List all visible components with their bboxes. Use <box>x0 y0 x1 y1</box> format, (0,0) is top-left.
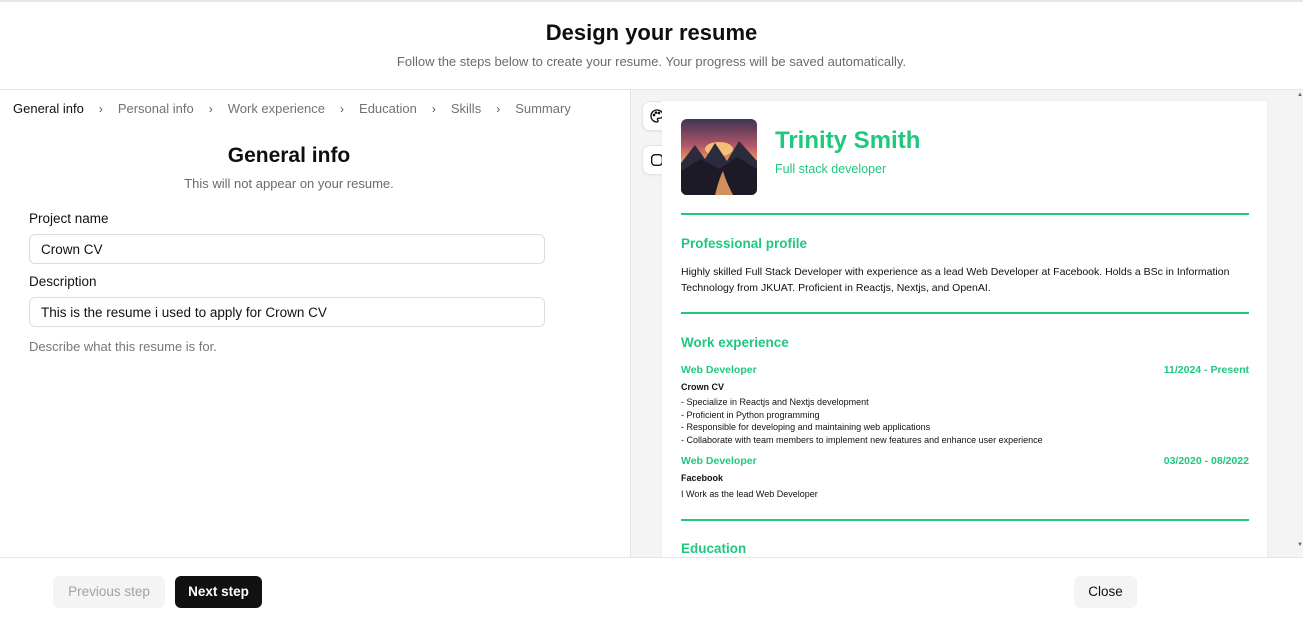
breadcrumb-general-info[interactable]: General info <box>13 101 84 116</box>
section-divider <box>681 312 1249 314</box>
chevron-right-icon: › <box>98 101 103 116</box>
job-bullet: - Responsible for developing and maintai… <box>681 422 931 432</box>
chevron-right-icon: › <box>431 101 436 116</box>
work-heading: Work experience <box>681 335 789 350</box>
footer-bar: Previous step Next step Close <box>0 557 1303 621</box>
job-bullet: - Specialize in Reactjs and Nextjs devel… <box>681 397 869 407</box>
job-dates: 03/2020 - 08/2022 <box>1163 455 1249 467</box>
chevron-right-icon: › <box>208 101 213 116</box>
resume-name: Trinity Smith <box>775 127 921 154</box>
breadcrumb-education[interactable]: Education <box>359 101 417 116</box>
profile-text: Highly skilled Full Stack Developer with… <box>681 266 1230 294</box>
page-subtitle: Follow the steps below to create your re… <box>396 54 907 69</box>
job-description: - Specialize in Reactjs and Nextjs devel… <box>681 396 1043 446</box>
job-bullet: - Proficient in Python programming <box>681 409 820 420</box>
resume-preview-panel[interactable]: Trinity Smith Full stack developer Profe… <box>630 90 1303 557</box>
project-name-label: Project name <box>29 211 109 226</box>
description-input[interactable]: This is the resume i used to apply for C… <box>29 297 545 327</box>
job-company: Crown CV <box>681 382 725 392</box>
job-company: Facebook <box>681 473 724 483</box>
section-divider <box>681 519 1249 521</box>
job-dates: 11/2024 - Present <box>1163 364 1249 376</box>
job-bullet: I Work as the lead Web Developer <box>681 489 818 499</box>
scroll-up-arrow[interactable]: ▲ <box>1296 92 1303 98</box>
breadcrumb-work-experience[interactable]: Work experience <box>228 101 325 116</box>
chevron-right-icon: › <box>496 101 501 116</box>
job-description: I Work as the lead Web Developer <box>681 488 818 501</box>
editor-panel: General info › Personal info › Work expe… <box>0 90 630 557</box>
description-hint: Describe what this resume is for. <box>29 339 217 354</box>
project-name-input[interactable]: Crown CV <box>29 234 545 264</box>
resume-sheet: Trinity Smith Full stack developer Profe… <box>662 101 1267 557</box>
section-divider <box>681 213 1249 215</box>
breadcrumb: General info › Personal info › Work expe… <box>13 101 571 116</box>
profile-photo <box>681 119 757 195</box>
profile-heading: Professional profile <box>681 236 808 251</box>
scroll-down-arrow[interactable]: ▼ <box>1296 542 1303 548</box>
page-title: Design your resume <box>545 20 758 45</box>
breadcrumb-skills[interactable]: Skills <box>451 101 481 116</box>
form-title: General info <box>227 144 351 167</box>
education-heading: Education <box>681 541 747 556</box>
page-header: Design your resume Follow the steps belo… <box>0 2 1303 90</box>
breadcrumb-summary[interactable]: Summary <box>515 101 571 116</box>
job-role: Web Developer <box>681 364 757 376</box>
job-bullet: - Collaborate with team members to imple… <box>681 434 1043 445</box>
resume-job-title: Full stack developer <box>775 162 887 176</box>
close-button[interactable]: Close <box>1074 576 1137 608</box>
job-role: Web Developer <box>681 455 757 467</box>
breadcrumb-personal-info[interactable]: Personal info <box>118 101 194 116</box>
chevron-right-icon: › <box>340 101 345 116</box>
form-subtitle: This will not appear on your resume. <box>184 176 394 191</box>
previous-step-button[interactable]: Previous step <box>53 576 165 608</box>
next-step-button[interactable]: Next step <box>175 576 262 608</box>
description-label: Description <box>29 274 97 289</box>
